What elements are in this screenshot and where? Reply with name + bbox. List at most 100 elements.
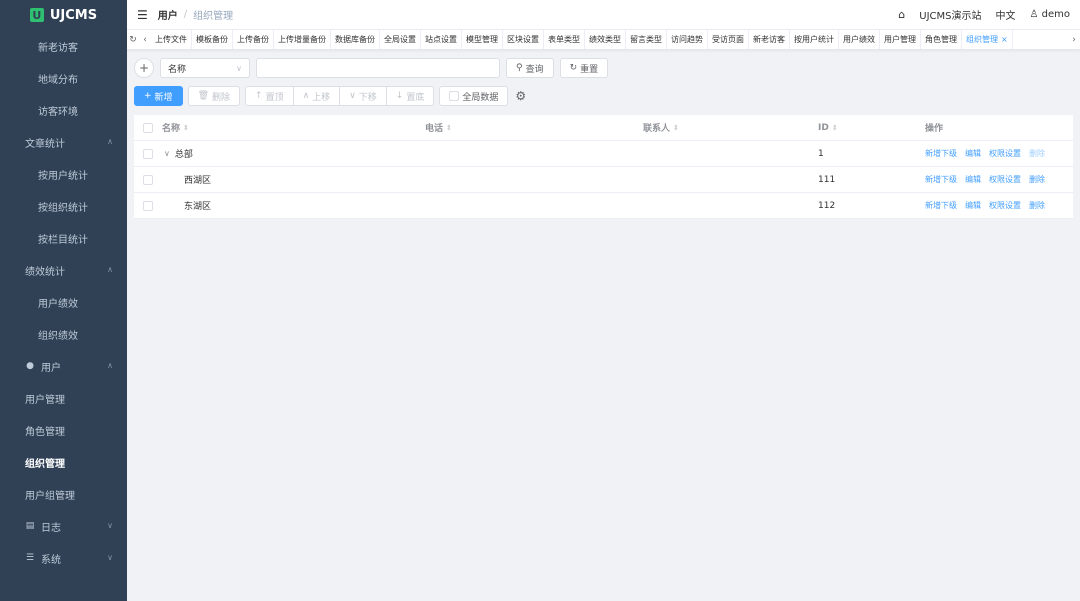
tab-8[interactable]: 区块设置 xyxy=(503,30,544,49)
select-all-checkbox[interactable] xyxy=(143,122,153,133)
move-bottom-button[interactable]: ↓ 置底 xyxy=(385,86,435,106)
gear-icon[interactable]: ⚙ xyxy=(515,89,526,103)
sidebar-item[interactable]: ● 用户 ∧ xyxy=(0,350,127,382)
tab-3[interactable]: 上传增量备份 xyxy=(274,30,331,49)
hamburger-icon[interactable]: ☰ xyxy=(137,8,148,22)
tab-15[interactable]: 按用户统计 xyxy=(790,30,839,49)
cell-id: 112 xyxy=(814,201,921,211)
tab-4[interactable]: 数据库备份 xyxy=(331,30,380,49)
col-id-header[interactable]: ID ⇕ xyxy=(814,123,921,133)
sidebar-item[interactable]: 用户绩效 xyxy=(0,286,127,318)
table-row[interactable]: 东湖区 112 新增下级 编辑 权限设置 删除 xyxy=(134,193,1073,219)
sidebar-item-label: 绩效统计 xyxy=(25,266,65,278)
sort-icon[interactable]: ⇕ xyxy=(446,124,452,132)
global-data-checkbox[interactable] xyxy=(449,91,460,101)
add-child-link[interactable]: 新增下级 xyxy=(925,174,957,185)
move-top-button[interactable]: ↑ 置顶 xyxy=(245,86,294,106)
move-down-button[interactable]: ∨ 下移 xyxy=(339,86,387,106)
tab-16[interactable]: 用户绩效 xyxy=(839,30,880,49)
search-input[interactable] xyxy=(256,58,500,78)
sidebar-item[interactable]: 用户管理 xyxy=(0,382,127,414)
scroll-right-icon[interactable]: › xyxy=(1068,35,1080,45)
sidebar-item[interactable]: 访客环境 xyxy=(0,94,127,126)
sidebar: U UJCMS 新老访客 地域分布 访客环境 文章统计 ∧ 按用户统计 按组织统计 按栏目统计… xyxy=(0,0,127,601)
tab-18[interactable]: 角色管理 xyxy=(921,30,962,49)
table-row[interactable]: ∨ 总部 1 新增下级 编辑 权限设置 删除 xyxy=(134,141,1073,167)
site-name-link[interactable]: UJCMS演示站 xyxy=(919,7,981,22)
tab-10[interactable]: 绩效类型 xyxy=(585,30,626,49)
sidebar-item[interactable]: 角色管理 xyxy=(0,414,127,446)
sidebar-item[interactable]: ▤ 日志 ∨ xyxy=(0,510,127,542)
add-child-link[interactable]: 新增下级 xyxy=(925,148,957,159)
table-body: ∨ 总部 1 新增下级 编辑 权限设置 删除 西湖区 111 新增下级 编辑 权限设置 删除东湖区 112… xyxy=(134,141,1073,219)
tab-9[interactable]: 表单类型 xyxy=(544,30,585,49)
tab-6[interactable]: 站点设置 xyxy=(421,30,462,49)
clipboard-icon: ▤ xyxy=(25,521,35,531)
tab-13[interactable]: 受访页面 xyxy=(708,30,749,49)
sidebar-item[interactable]: ☰ 系统 ∨ xyxy=(0,542,127,574)
tab-19[interactable]: 组织管理 × xyxy=(962,30,1013,49)
tab-11[interactable]: 留言类型 xyxy=(626,30,667,49)
delete-link[interactable]: 删除 xyxy=(1029,200,1045,211)
move-up-button[interactable]: ∧ 上移 xyxy=(292,86,341,106)
org-name: 东湖区 xyxy=(184,202,212,212)
col-phone-header[interactable]: 电话 ⇕ xyxy=(421,121,639,135)
col-contact-header[interactable]: 联系人 ⇕ xyxy=(639,121,814,135)
delete-link[interactable]: 删除 xyxy=(1029,174,1045,185)
sidebar-item[interactable]: 用户组管理 xyxy=(0,478,127,510)
sort-icon[interactable]: ⇕ xyxy=(832,124,838,132)
tab-14[interactable]: 新老访客 xyxy=(749,30,790,49)
global-data-toggle[interactable]: 全局数据 xyxy=(439,86,509,106)
expand-search-button[interactable]: + xyxy=(134,58,154,78)
reset-button[interactable]: ↻ 重置 xyxy=(559,58,609,78)
permission-link[interactable]: 权限设置 xyxy=(989,174,1021,185)
tab-0[interactable]: 上传文件 xyxy=(151,30,192,49)
sort-icon[interactable]: ⇕ xyxy=(673,124,679,132)
sidebar-item[interactable]: 组织管理 xyxy=(0,446,127,478)
col-name-header[interactable]: 名称 ⇕ xyxy=(158,121,421,135)
user-name: demo xyxy=(1041,9,1070,20)
tab-12[interactable]: 访问趋势 xyxy=(667,30,708,49)
edit-link[interactable]: 编辑 xyxy=(965,200,981,211)
add-button[interactable]: + 新增 xyxy=(134,86,183,106)
sidebar-item[interactable]: 组织绩效 xyxy=(0,318,127,350)
sidebar-item[interactable]: 按栏目统计 xyxy=(0,222,127,254)
field-select[interactable]: 名称 ∨ xyxy=(160,58,250,78)
add-child-link[interactable]: 新增下级 xyxy=(925,200,957,211)
refresh-icon[interactable]: ↻ xyxy=(127,35,139,45)
col-ops-label: 操作 xyxy=(925,124,944,134)
tab-2[interactable]: 上传备份 xyxy=(233,30,274,49)
tab-5[interactable]: 全局设置 xyxy=(380,30,421,49)
edit-link[interactable]: 编辑 xyxy=(965,148,981,159)
chevron-down-icon[interactable]: ∨ xyxy=(164,149,170,158)
permission-link[interactable]: 权限设置 xyxy=(989,148,1021,159)
breadcrumb-parent[interactable]: 用户 xyxy=(158,7,178,22)
sort-icon[interactable]: ⇕ xyxy=(183,124,189,132)
row-checkbox[interactable] xyxy=(143,148,153,159)
row-checkbox[interactable] xyxy=(143,200,153,211)
sidebar-item[interactable]: 新老访客 xyxy=(0,30,127,62)
app-logo[interactable]: U UJCMS xyxy=(0,0,127,30)
tab-1[interactable]: 模板备份 xyxy=(192,30,233,49)
sidebar-item[interactable]: 按用户统计 xyxy=(0,158,127,190)
sidebar-item[interactable]: 绩效统计 ∧ xyxy=(0,254,127,286)
close-icon[interactable]: × xyxy=(1001,35,1008,44)
org-name: 西湖区 xyxy=(184,176,212,186)
sidebar-item[interactable]: 地域分布 xyxy=(0,62,127,94)
edit-link[interactable]: 编辑 xyxy=(965,174,981,185)
table-row[interactable]: 西湖区 111 新增下级 编辑 权限设置 删除 xyxy=(134,167,1073,193)
delete-link[interactable]: 删除 xyxy=(1029,148,1045,159)
user-menu[interactable]: ♙ demo xyxy=(1029,9,1070,20)
row-checkbox[interactable] xyxy=(143,174,153,185)
tab-7[interactable]: 模型管理 xyxy=(462,30,503,49)
permission-link[interactable]: 权限设置 xyxy=(989,200,1021,211)
home-icon[interactable]: ⌂ xyxy=(898,8,905,21)
sidebar-item-label: 角色管理 xyxy=(25,426,65,438)
scroll-left-icon[interactable]: ‹ xyxy=(139,35,151,45)
delete-button[interactable]: 🗑 删除 xyxy=(187,86,241,106)
tab-17[interactable]: 用户管理 xyxy=(880,30,921,49)
sidebar-item[interactable]: 文章统计 ∧ xyxy=(0,126,127,158)
sidebar-item[interactable]: 按组织统计 xyxy=(0,190,127,222)
language-switch[interactable]: 中文 xyxy=(995,7,1015,22)
query-button[interactable]: ⚲ 查询 xyxy=(506,58,554,78)
